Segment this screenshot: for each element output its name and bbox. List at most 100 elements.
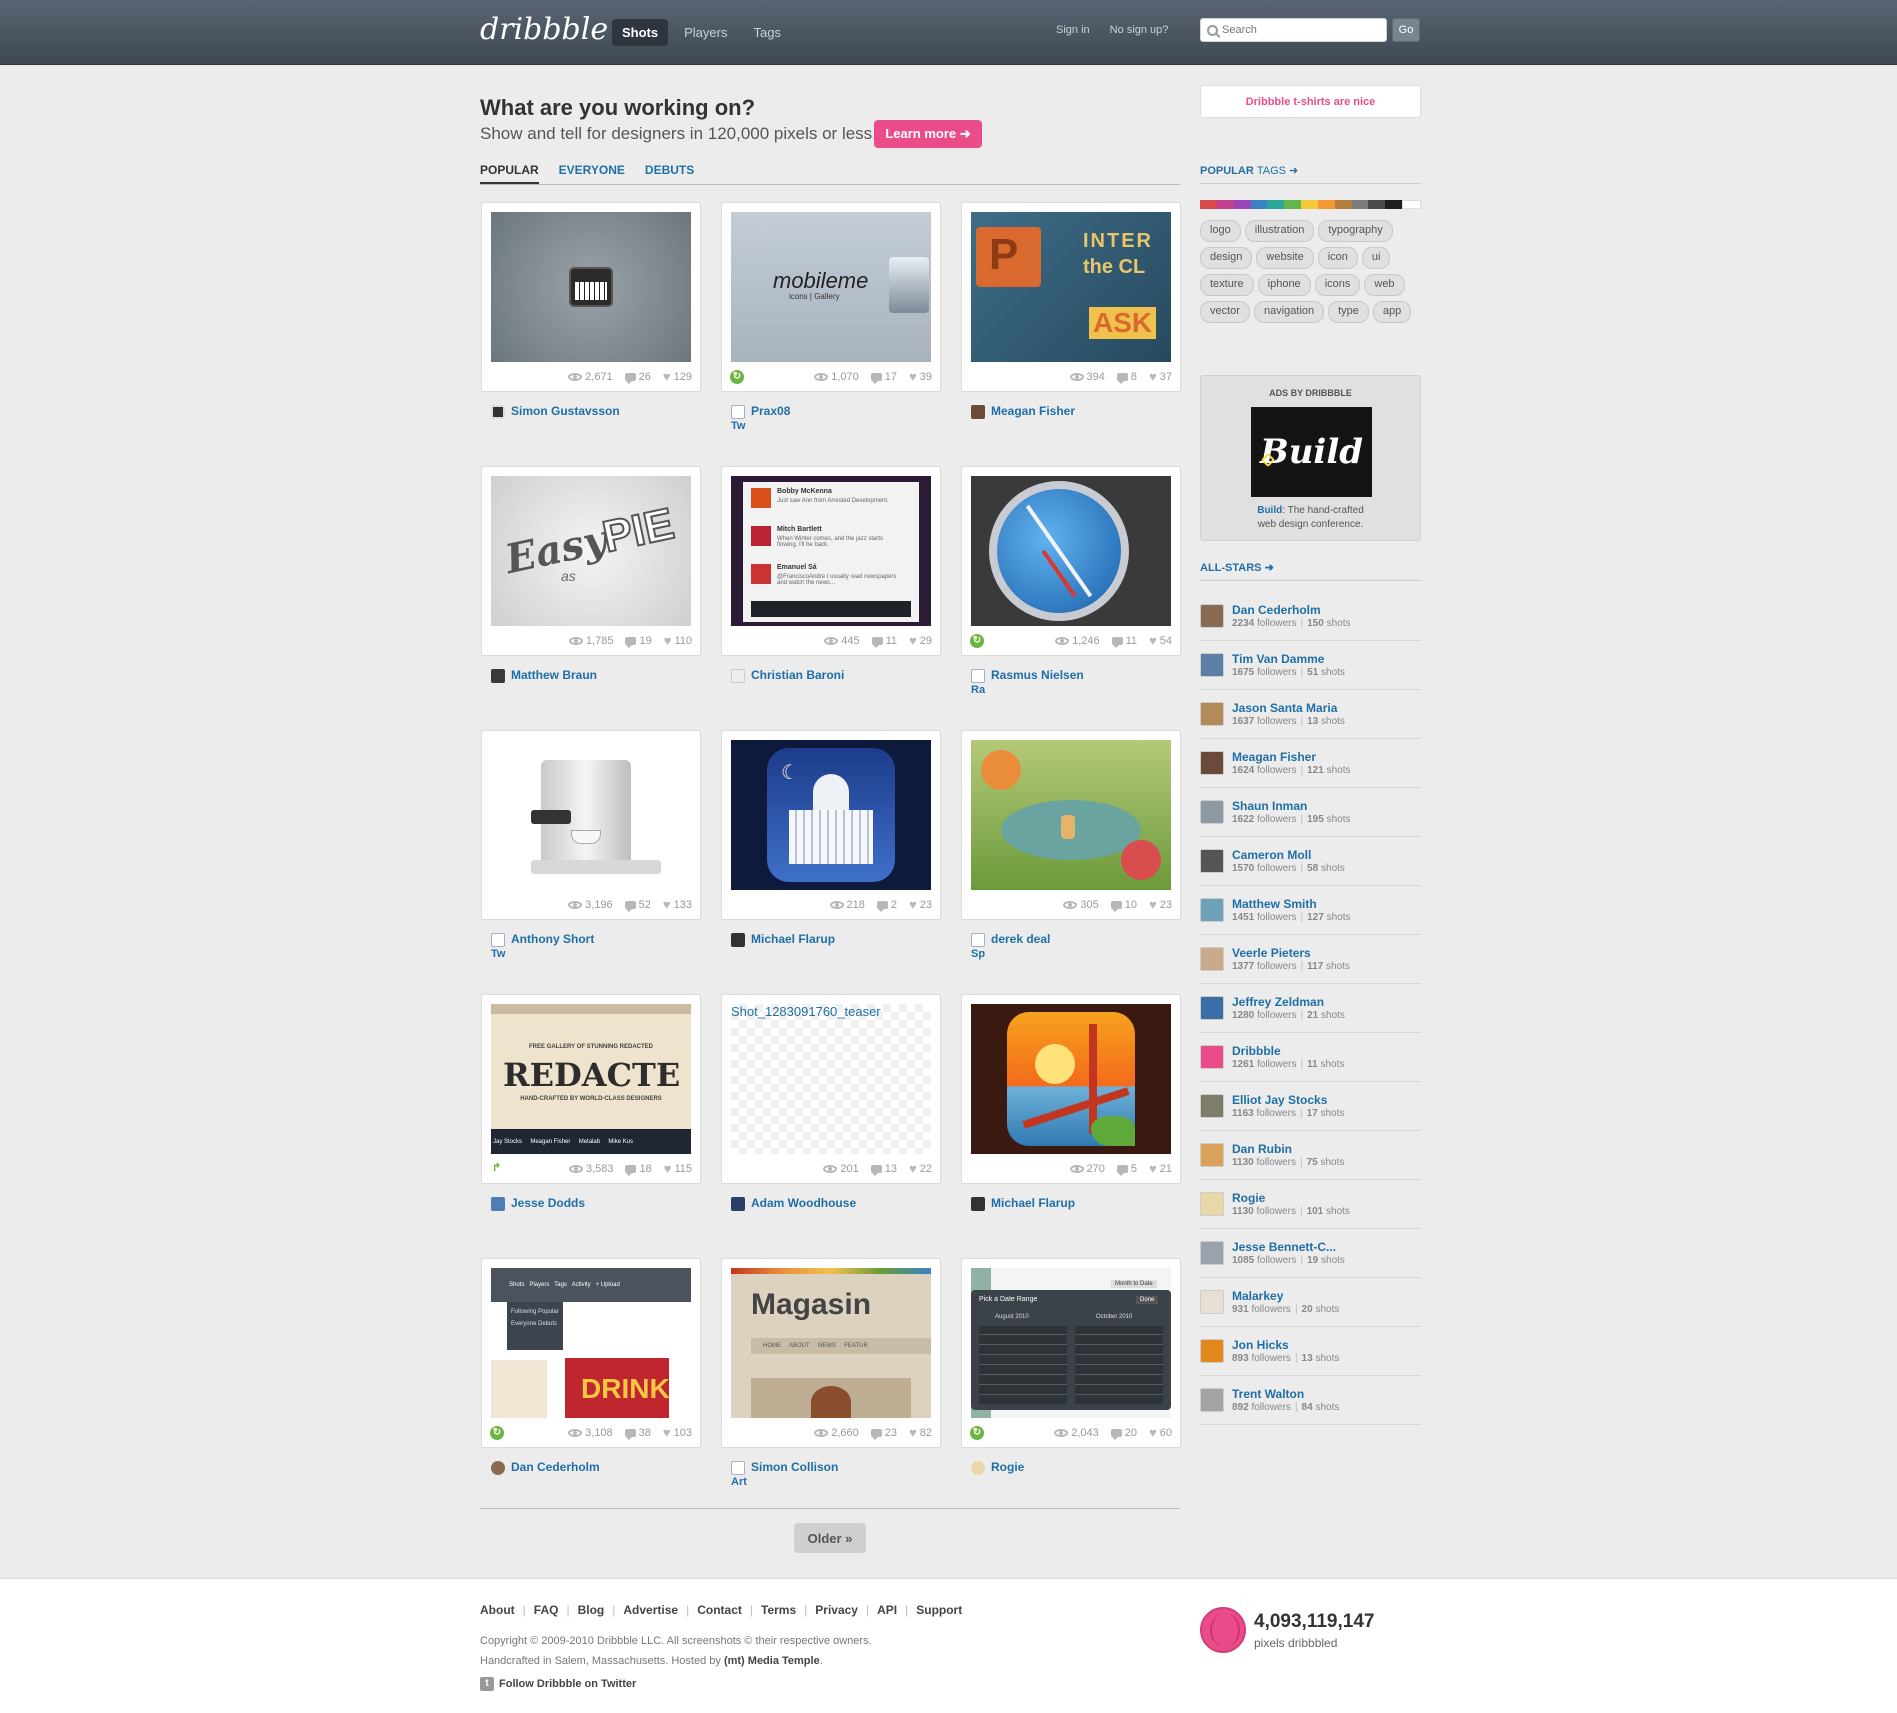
search-input[interactable]: [1222, 24, 1372, 36]
tab-debuts[interactable]: DEBUTS: [645, 163, 694, 184]
shot-card[interactable]: 270 5 ♥ 21: [961, 994, 1181, 1184]
rebound-icon[interactable]: ↱: [492, 1161, 501, 1174]
allstar-name-link[interactable]: Jason Santa Maria: [1232, 701, 1345, 715]
allstar-name-link[interactable]: Malarkey: [1232, 1289, 1339, 1303]
allstar-name-link[interactable]: Cameron Moll: [1232, 848, 1345, 862]
nav-shots[interactable]: Shots: [612, 19, 669, 46]
color-swatch[interactable]: [1385, 200, 1403, 209]
avatar[interactable]: [1200, 1388, 1224, 1412]
shot-card[interactable]: Shots Players Tags Activity + Upload Fol…: [481, 1258, 701, 1448]
player-extra[interactable]: Tw: [731, 420, 745, 432]
shot-thumbnail[interactable]: FREE GALLERY OF STUNNING REDACTED REDACT…: [491, 1004, 691, 1154]
dribbble-logo[interactable]: dribbble: [480, 12, 608, 47]
shot-card[interactable]: ☾ 218 2 ♥ 23: [721, 730, 941, 920]
player-extra[interactable]: Art: [731, 1476, 747, 1488]
avatar[interactable]: [1200, 653, 1224, 677]
shot-thumbnail[interactable]: mobileme icons | Gallery: [731, 212, 931, 362]
avatar[interactable]: [1200, 1339, 1224, 1363]
shot-thumbnail[interactable]: Pick a Date Range Month to Date Done Aug…: [971, 1268, 1171, 1418]
player-name-link[interactable]: Prax08: [751, 404, 790, 418]
color-swatch[interactable]: [1317, 200, 1335, 209]
shot-card[interactable]: 3,196 52 ♥ 133: [481, 730, 701, 920]
shot-card[interactable]: 305 10 ♥ 23: [961, 730, 1181, 920]
player-name-link[interactable]: Anthony Short: [511, 932, 594, 946]
tshirt-promo-link[interactable]: Dribbble t-shirts are nice: [1200, 85, 1421, 118]
tag-icons[interactable]: icons: [1314, 274, 1361, 296]
tag-typography[interactable]: typography: [1318, 220, 1393, 242]
shot-card[interactable]: FREE GALLERY OF STUNNING REDACTED REDACT…: [481, 994, 701, 1184]
allstar-name-link[interactable]: Elliot Jay Stocks: [1232, 1093, 1344, 1107]
allstar-name-link[interactable]: Trent Walton: [1232, 1387, 1339, 1401]
tag-type[interactable]: type: [1328, 301, 1369, 323]
player-name-link[interactable]: Christian Baroni: [751, 668, 844, 682]
footer-link-support[interactable]: Support: [916, 1603, 962, 1617]
player-name-link[interactable]: Michael Flarup: [991, 1196, 1075, 1210]
footer-link-terms[interactable]: Terms: [761, 1603, 796, 1617]
shot-thumbnail[interactable]: ☾: [731, 740, 931, 890]
avatar[interactable]: [1200, 604, 1224, 628]
allstar-name-link[interactable]: Meagan Fisher: [1232, 750, 1350, 764]
tag-logo[interactable]: logo: [1200, 220, 1241, 242]
sign-in-link[interactable]: Sign in: [1056, 24, 1090, 36]
color-swatch[interactable]: [1233, 200, 1251, 209]
search-go-button[interactable]: Go: [1392, 18, 1420, 42]
footer-link-advertise[interactable]: Advertise: [623, 1603, 678, 1617]
rebound-icon[interactable]: ↻: [970, 634, 984, 648]
avatar[interactable]: [1200, 1241, 1224, 1265]
footer-link-privacy[interactable]: Privacy: [815, 1603, 858, 1617]
allstar-name-link[interactable]: Jeffrey Zeldman: [1232, 995, 1345, 1009]
color-swatch[interactable]: [1368, 200, 1386, 209]
footer-link-faq[interactable]: FAQ: [534, 1603, 559, 1617]
allstar-name-link[interactable]: Matthew Smith: [1232, 897, 1350, 911]
avatar[interactable]: [1200, 1290, 1224, 1314]
player-name-link[interactable]: Matthew Braun: [511, 668, 597, 682]
player-extra[interactable]: Tw: [491, 948, 505, 960]
shot-thumbnail[interactable]: Magasin HOME ABOUT NEWS FEATUR: [731, 1268, 931, 1418]
allstar-name-link[interactable]: Shaun Inman: [1232, 799, 1350, 813]
shot-thumbnail[interactable]: [971, 740, 1171, 890]
avatar[interactable]: [1200, 947, 1224, 971]
allstar-name-link[interactable]: Jon Hicks: [1232, 1338, 1339, 1352]
player-name-link[interactable]: Dan Cederholm: [511, 1460, 600, 1474]
tab-popular[interactable]: POPULAR: [480, 163, 539, 184]
tag-texture[interactable]: texture: [1200, 274, 1254, 296]
shot-card[interactable]: Easy as PIE 1,785 19 ♥ 110: [481, 466, 701, 656]
allstar-name-link[interactable]: Tim Van Damme: [1232, 652, 1345, 666]
footer-link-blog[interactable]: Blog: [578, 1603, 605, 1617]
shot-thumbnail[interactable]: Shots Players Tags Activity + Upload Fol…: [491, 1268, 691, 1418]
player-name-link[interactable]: Rasmus Nielsen: [991, 668, 1084, 682]
tag-ui[interactable]: ui: [1361, 247, 1391, 269]
color-swatch[interactable]: [1200, 200, 1217, 209]
sign-up-link[interactable]: No sign up?: [1110, 24, 1169, 36]
allstar-name-link[interactable]: Dan Rubin: [1232, 1142, 1344, 1156]
rebound-icon[interactable]: ↻: [490, 1426, 504, 1440]
tag-web[interactable]: web: [1364, 274, 1405, 296]
ad-link[interactable]: Build: [1257, 505, 1282, 516]
avatar[interactable]: [1200, 1094, 1224, 1118]
footer-link-contact[interactable]: Contact: [697, 1603, 742, 1617]
allstar-name-link[interactable]: Veerle Pieters: [1232, 946, 1350, 960]
avatar[interactable]: [1200, 849, 1224, 873]
allstar-name-link[interactable]: Rogie: [1232, 1191, 1350, 1205]
player-name-link[interactable]: derek deal: [991, 932, 1050, 946]
color-swatch[interactable]: [1267, 200, 1285, 209]
avatar[interactable]: [1200, 898, 1224, 922]
shot-card[interactable]: mobileme icons | Gallery ↻ 1,070 17 ♥ 39: [721, 202, 941, 392]
shot-thumbnail[interactable]: Easy as PIE: [491, 476, 691, 626]
older-button[interactable]: Older »: [794, 1523, 866, 1553]
shot-card[interactable]: P INTER the CL ASK 394 8 ♥ 37: [961, 202, 1181, 392]
avatar[interactable]: [1200, 1045, 1224, 1069]
tag-website[interactable]: website: [1256, 247, 1314, 269]
learn-more-button[interactable]: Learn more ➜: [874, 120, 982, 148]
player-extra[interactable]: Sp: [971, 948, 985, 960]
color-swatch[interactable]: [1351, 200, 1369, 209]
color-swatch[interactable]: [1301, 200, 1318, 209]
shot-card[interactable]: ↻ 1,246 11 ♥ 54: [961, 466, 1181, 656]
rebound-icon[interactable]: ↻: [970, 1426, 984, 1440]
footer-link-api[interactable]: API: [877, 1603, 897, 1617]
color-swatch[interactable]: [1402, 200, 1421, 209]
tag-icon[interactable]: icon: [1317, 247, 1358, 269]
player-name-link[interactable]: Adam Woodhouse: [751, 1196, 856, 1210]
shot-card[interactable]: Magasin HOME ABOUT NEWS FEATUR 2,660 23 …: [721, 1258, 941, 1448]
avatar[interactable]: [1200, 800, 1224, 824]
